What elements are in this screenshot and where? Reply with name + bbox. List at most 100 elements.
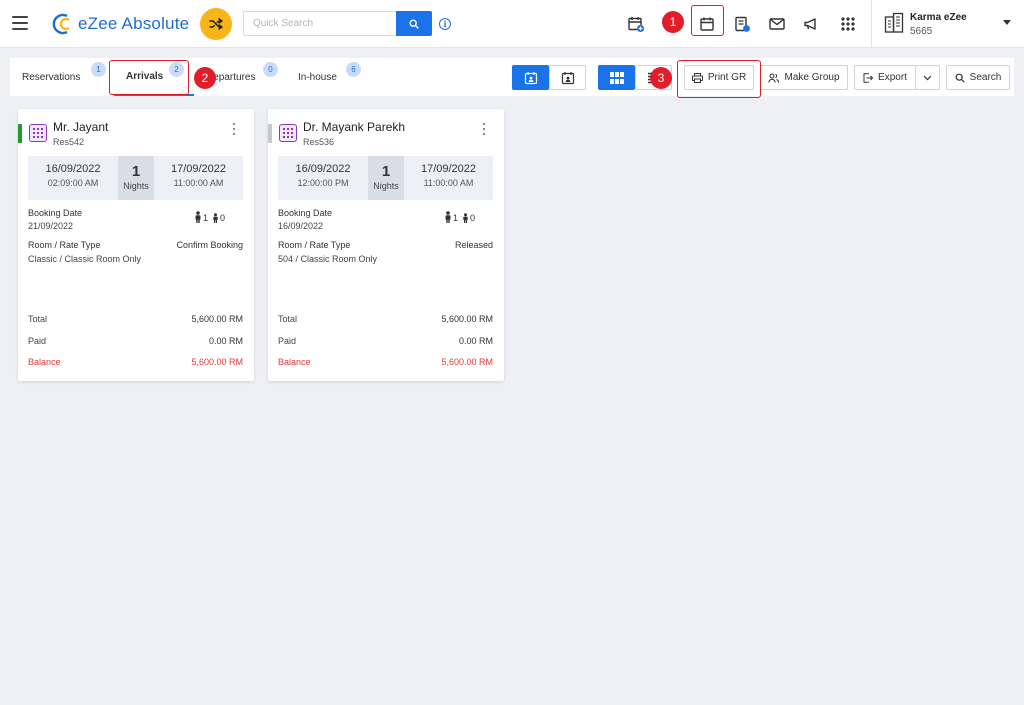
balance-label: Balance bbox=[278, 357, 311, 367]
annotation-highlight-calendar bbox=[691, 5, 724, 36]
booking-card[interactable]: Mr. Jayant Res542 16/09/2022 02:09:00 AM… bbox=[18, 109, 254, 381]
quick-search-input[interactable] bbox=[243, 11, 396, 36]
user-menu[interactable]: Karma eZee 5665 bbox=[871, 0, 1024, 48]
departure-date: 17/09/2022 bbox=[170, 163, 227, 175]
total-label: Total bbox=[28, 314, 48, 324]
annotation-marker: 2 bbox=[194, 67, 216, 89]
departure-time: 11:00:00 AM bbox=[423, 178, 474, 188]
calendar-person-icon bbox=[561, 71, 574, 84]
quick-search-button[interactable] bbox=[396, 11, 432, 36]
make-group-label: Make Group bbox=[784, 72, 840, 83]
balance-amount: 5,600.00 RM bbox=[441, 357, 493, 367]
annotation-marker: 1 bbox=[662, 11, 684, 33]
total-amount: 5,600.00 RM bbox=[191, 314, 243, 324]
invoice-button[interactable] bbox=[732, 14, 752, 34]
export-icon bbox=[863, 72, 874, 83]
tab-reservations[interactable]: Reservations bbox=[22, 58, 80, 96]
annotation-highlight-arrivals bbox=[109, 60, 189, 95]
departure-block: 17/09/2022 11:00:00 AM bbox=[154, 156, 243, 200]
quick-search bbox=[243, 11, 432, 36]
tab-count-badge: 6 bbox=[346, 62, 361, 77]
info-icon[interactable]: i bbox=[439, 18, 451, 30]
room-rate-value: Classic / Classic Room Only bbox=[28, 254, 142, 264]
room-building-icon bbox=[29, 124, 47, 142]
departure-date: 17/09/2022 bbox=[420, 163, 477, 175]
adult-icon bbox=[445, 211, 451, 223]
tab-count-badge: 0 bbox=[263, 62, 278, 77]
total-amount: 5,600.00 RM bbox=[441, 314, 493, 324]
room-rate-label: Room / Rate Type bbox=[278, 240, 351, 250]
paid-label: Paid bbox=[278, 336, 297, 346]
user-id: 5665 bbox=[910, 26, 933, 37]
shuffle-button[interactable] bbox=[200, 8, 232, 40]
child-count: 0 bbox=[470, 213, 476, 223]
guest-name[interactable]: Mr. Jayant bbox=[53, 120, 108, 134]
nights-label: Nights bbox=[123, 181, 149, 191]
booking-date: 21/09/2022 bbox=[28, 221, 74, 231]
booking-date-label: Booking Date bbox=[28, 208, 83, 218]
reservation-number: Res536 bbox=[303, 137, 335, 147]
search-icon bbox=[409, 18, 419, 29]
status-indicator bbox=[268, 124, 272, 143]
booking-date: 16/09/2022 bbox=[278, 221, 324, 231]
adult-count: 1 bbox=[203, 213, 209, 223]
room-rate-value: 504 / Classic Room Only bbox=[278, 254, 378, 264]
shuffle-icon bbox=[209, 18, 223, 30]
pax-count: 1 0 bbox=[444, 211, 475, 223]
mail-button[interactable] bbox=[767, 14, 787, 34]
arrival-block: 16/09/2022 02:09:00 AM bbox=[28, 156, 118, 200]
nights-block: 1 Nights bbox=[368, 156, 404, 200]
grid-view-button[interactable] bbox=[598, 65, 635, 90]
booking-card[interactable]: Dr. Mayank Parekh Res536 16/09/2022 12:0… bbox=[268, 109, 504, 381]
tab-label: Reservations bbox=[22, 71, 81, 83]
make-group-button[interactable]: Make Group bbox=[760, 65, 848, 90]
ezee-logo-icon bbox=[52, 13, 70, 35]
chevron-down-icon bbox=[1003, 20, 1011, 25]
export-button[interactable]: Export bbox=[854, 65, 916, 90]
announcement-button[interactable] bbox=[801, 14, 821, 34]
departure-calendar-button[interactable] bbox=[549, 65, 586, 90]
apps-grid-icon bbox=[841, 17, 855, 31]
search-button[interactable]: Search bbox=[946, 65, 1010, 90]
app-logo[interactable]: eZee Absolute bbox=[52, 12, 189, 36]
nights-label: Nights bbox=[373, 181, 399, 191]
search-label: Search bbox=[969, 72, 1002, 83]
guest-name[interactable]: Dr. Mayank Parekh bbox=[303, 120, 405, 134]
logo-text: eZee Absolute bbox=[78, 14, 190, 33]
booking-date-label: Booking Date bbox=[278, 208, 333, 218]
child-icon bbox=[213, 213, 218, 223]
adult-count: 1 bbox=[453, 213, 459, 223]
top-header: eZee Absolute i bbox=[0, 0, 1024, 48]
more-options-icon[interactable] bbox=[481, 123, 487, 137]
user-name: Karma eZee bbox=[910, 12, 967, 23]
reservation-number: Res542 bbox=[53, 137, 85, 147]
menu-icon[interactable] bbox=[12, 16, 28, 30]
export-dropdown-button[interactable] bbox=[915, 65, 940, 90]
annotation-marker: 3 bbox=[650, 67, 672, 89]
mail-icon bbox=[769, 18, 785, 30]
stay-dates: 16/09/2022 02:09:00 AM 1 Nights 17/09/20… bbox=[28, 156, 243, 200]
grid-view-icon bbox=[609, 71, 624, 84]
child-count: 0 bbox=[220, 213, 226, 223]
arrival-time: 12:00:00 PM bbox=[297, 178, 349, 188]
paid-label: Paid bbox=[28, 336, 47, 346]
paid-amount: 0.00 RM bbox=[208, 336, 243, 346]
chevron-down-icon bbox=[923, 75, 932, 80]
calendar-add-icon bbox=[628, 17, 645, 33]
arrival-calendar-button[interactable] bbox=[512, 65, 549, 90]
paid-amount: 0.00 RM bbox=[458, 336, 493, 346]
arrival-block: 16/09/2022 12:00:00 PM bbox=[278, 156, 368, 200]
room-building-icon bbox=[279, 124, 297, 142]
status-indicator bbox=[18, 124, 22, 143]
booking-status: Confirm Booking bbox=[176, 240, 243, 250]
invoice-icon bbox=[735, 16, 750, 32]
tab-in-house[interactable]: In-house bbox=[298, 58, 337, 96]
search-icon bbox=[955, 73, 965, 83]
nights-count: 1 bbox=[381, 163, 391, 180]
building-icon bbox=[884, 12, 904, 33]
apps-button[interactable] bbox=[838, 14, 858, 34]
new-reservation-button[interactable] bbox=[626, 14, 646, 34]
more-options-icon[interactable] bbox=[231, 123, 237, 137]
departure-time: 11:00:00 AM bbox=[173, 178, 224, 188]
nights-block: 1 Nights bbox=[118, 156, 154, 200]
